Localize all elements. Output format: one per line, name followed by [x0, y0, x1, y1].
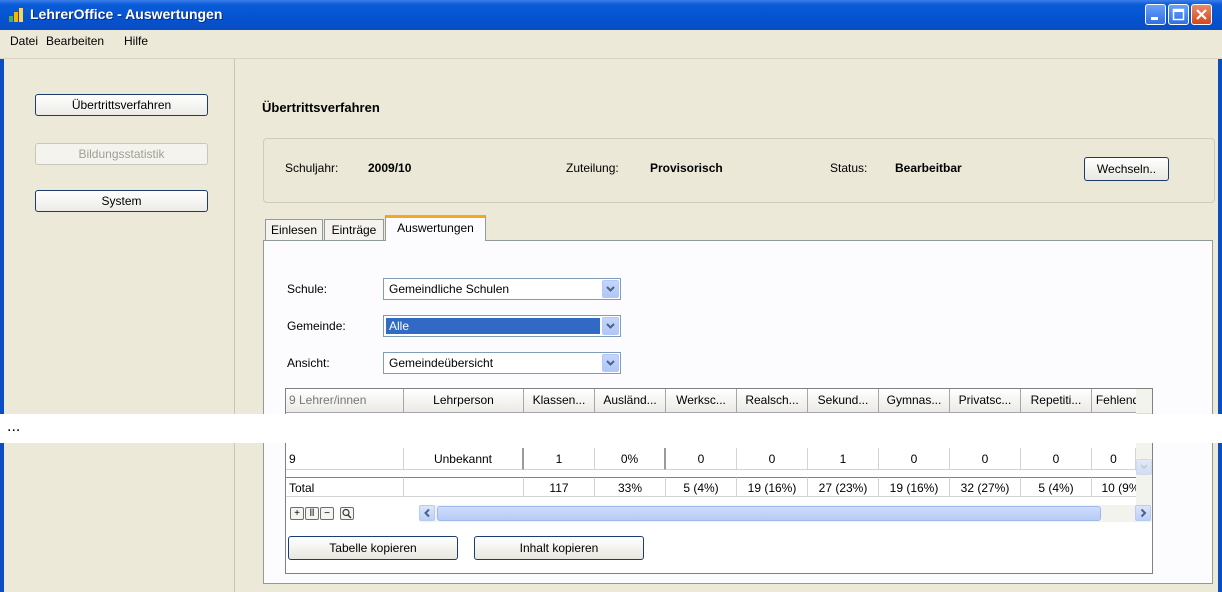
total-cell: 5 (4%)	[666, 477, 737, 497]
total-cell: 19 (16%)	[879, 477, 950, 497]
wechseln-button[interactable]: Wechseln..	[1084, 157, 1169, 181]
schule-select[interactable]: Gemeindliche Schulen	[383, 278, 621, 300]
gemeinde-select-value: Alle	[386, 318, 600, 334]
maximize-button[interactable]	[1168, 4, 1189, 25]
column-header[interactable]: Repetiti...	[1021, 389, 1092, 413]
minimize-icon	[1151, 17, 1158, 20]
total-cell: 27 (23%)	[808, 477, 879, 497]
ansicht-select[interactable]: Gemeindeübersicht	[383, 352, 621, 374]
zuteilung-label: Zuteilung:	[566, 161, 619, 175]
column-header[interactable]: Privatsc...	[950, 389, 1021, 413]
add-row-button[interactable]: +	[290, 507, 304, 520]
status-label: Status:	[830, 161, 868, 175]
column-header[interactable]: Klassen...	[524, 389, 595, 413]
chevron-left-icon	[424, 508, 430, 518]
table-cell[interactable]: 0	[1092, 448, 1136, 470]
ansicht-label: Ansicht:	[287, 356, 330, 370]
chevron-down-icon	[606, 360, 615, 366]
ellipsis-marker: ...	[7, 418, 21, 435]
columns-button[interactable]: ll	[305, 507, 319, 520]
scroll-left-button[interactable]	[419, 505, 435, 521]
total-cell: 19 (16%)	[737, 477, 808, 497]
gemeinde-label: Gemeinde:	[287, 319, 346, 333]
schuljahr-value: 2009/10	[368, 161, 412, 175]
table-cell[interactable]: 1	[808, 448, 879, 470]
info-box: Schuljahr: 2009/10 Zuteilung: Provisoris…	[263, 138, 1215, 203]
horizontal-scroll-thumb[interactable]	[437, 506, 1101, 521]
close-icon	[1196, 9, 1207, 20]
table-cell[interactable]: 9	[286, 448, 404, 470]
chevron-down-icon	[1140, 464, 1148, 470]
table-cell[interactable]: 0%	[595, 448, 666, 470]
total-cell: 32 (27%)	[950, 477, 1021, 497]
tab-eintraege[interactable]: Einträge	[324, 219, 384, 240]
chevron-down-icon	[606, 286, 615, 292]
tab-auswertungen[interactable]: Auswertungen	[385, 215, 486, 241]
main-panel: Übertrittsverfahren Schuljahr: 2009/10 Z…	[235, 59, 1218, 592]
schule-label: Schule:	[287, 282, 328, 296]
crop-separator: ...	[0, 414, 1222, 443]
table-cell[interactable]: Unbekannt	[404, 448, 524, 470]
chevron-down-icon[interactable]	[602, 280, 619, 298]
menu-bearbeiten[interactable]: Bearbeiten	[46, 34, 104, 48]
app-icon	[9, 8, 23, 22]
menu-hilfe[interactable]: Hilfe	[124, 34, 148, 48]
schuljahr-label: Schuljahr:	[285, 161, 339, 175]
search-icon	[342, 508, 352, 519]
table-cell[interactable]: 0	[666, 448, 737, 470]
table-cell[interactable]: 0	[1021, 448, 1092, 470]
horizontal-scrollbar[interactable]	[419, 505, 1152, 522]
zuteilung-value: Provisorisch	[650, 161, 723, 175]
title-bar: LehrerOffice - Auswertungen	[0, 0, 1222, 30]
window-frame-right	[1218, 30, 1222, 592]
total-cell: 33%	[595, 477, 666, 497]
schule-select-value: Gemeindliche Schulen	[389, 282, 510, 296]
table-cell[interactable]: 0	[950, 448, 1021, 470]
chevron-right-icon	[1140, 508, 1147, 518]
column-header[interactable]: Gymnas...	[879, 389, 950, 413]
tab-einlesen[interactable]: Einlesen	[265, 219, 323, 240]
sidebar-button-uebertrittsverfahren[interactable]: Übertrittsverfahren	[35, 94, 208, 116]
column-header[interactable]: 9 Lehrer/innen	[286, 389, 404, 413]
remove-row-button[interactable]: −	[320, 507, 334, 520]
table-cell[interactable]: 0	[737, 448, 808, 470]
minimize-button[interactable]	[1145, 4, 1166, 25]
page-title: Übertrittsverfahren	[262, 100, 380, 115]
column-header[interactable]: Lehrperson	[404, 389, 524, 413]
window-title: LehrerOffice - Auswertungen	[30, 6, 223, 22]
chevron-down-icon[interactable]	[602, 354, 619, 372]
ansicht-select-value: Gemeindeübersicht	[389, 356, 494, 370]
sidebar-button-bildungsstatistik: Bildungsstatistik	[35, 143, 208, 165]
close-button[interactable]	[1191, 4, 1212, 25]
column-header[interactable]: Sekund...	[808, 389, 879, 413]
column-header[interactable]: Werksc...	[666, 389, 737, 413]
total-cell: 117	[524, 477, 595, 497]
chevron-down-icon[interactable]	[602, 317, 619, 335]
sidebar-button-system[interactable]: System	[35, 190, 208, 212]
status-value: Bearbeitbar	[895, 161, 962, 175]
column-header[interactable]: Realsch...	[737, 389, 808, 413]
menu-bar: Datei Bearbeiten Hilfe	[0, 30, 1222, 59]
chevron-down-icon	[606, 323, 615, 329]
vertical-scrollbar[interactable]	[1136, 389, 1152, 505]
scroll-right-button[interactable]	[1135, 505, 1151, 521]
copy-content-button[interactable]: Inhalt kopieren	[474, 536, 644, 560]
total-cell	[404, 477, 524, 497]
menu-datei[interactable]: Datei	[10, 34, 38, 48]
gemeinde-select[interactable]: Alle	[383, 315, 621, 337]
column-header[interactable]: Ausländ...	[595, 389, 666, 413]
sidebar: Übertrittsverfahren Bildungsstatistik Sy…	[4, 59, 235, 592]
table-cell[interactable]: 0	[879, 448, 950, 470]
maximize-icon	[1172, 8, 1185, 21]
scroll-down-button[interactable]	[1136, 459, 1152, 475]
copy-table-button[interactable]: Tabelle kopieren	[288, 536, 458, 560]
total-cell: 5 (4%)	[1021, 477, 1092, 497]
search-button[interactable]	[340, 507, 354, 520]
total-cell: Total	[286, 477, 404, 497]
table-cell[interactable]: 1	[524, 448, 595, 470]
